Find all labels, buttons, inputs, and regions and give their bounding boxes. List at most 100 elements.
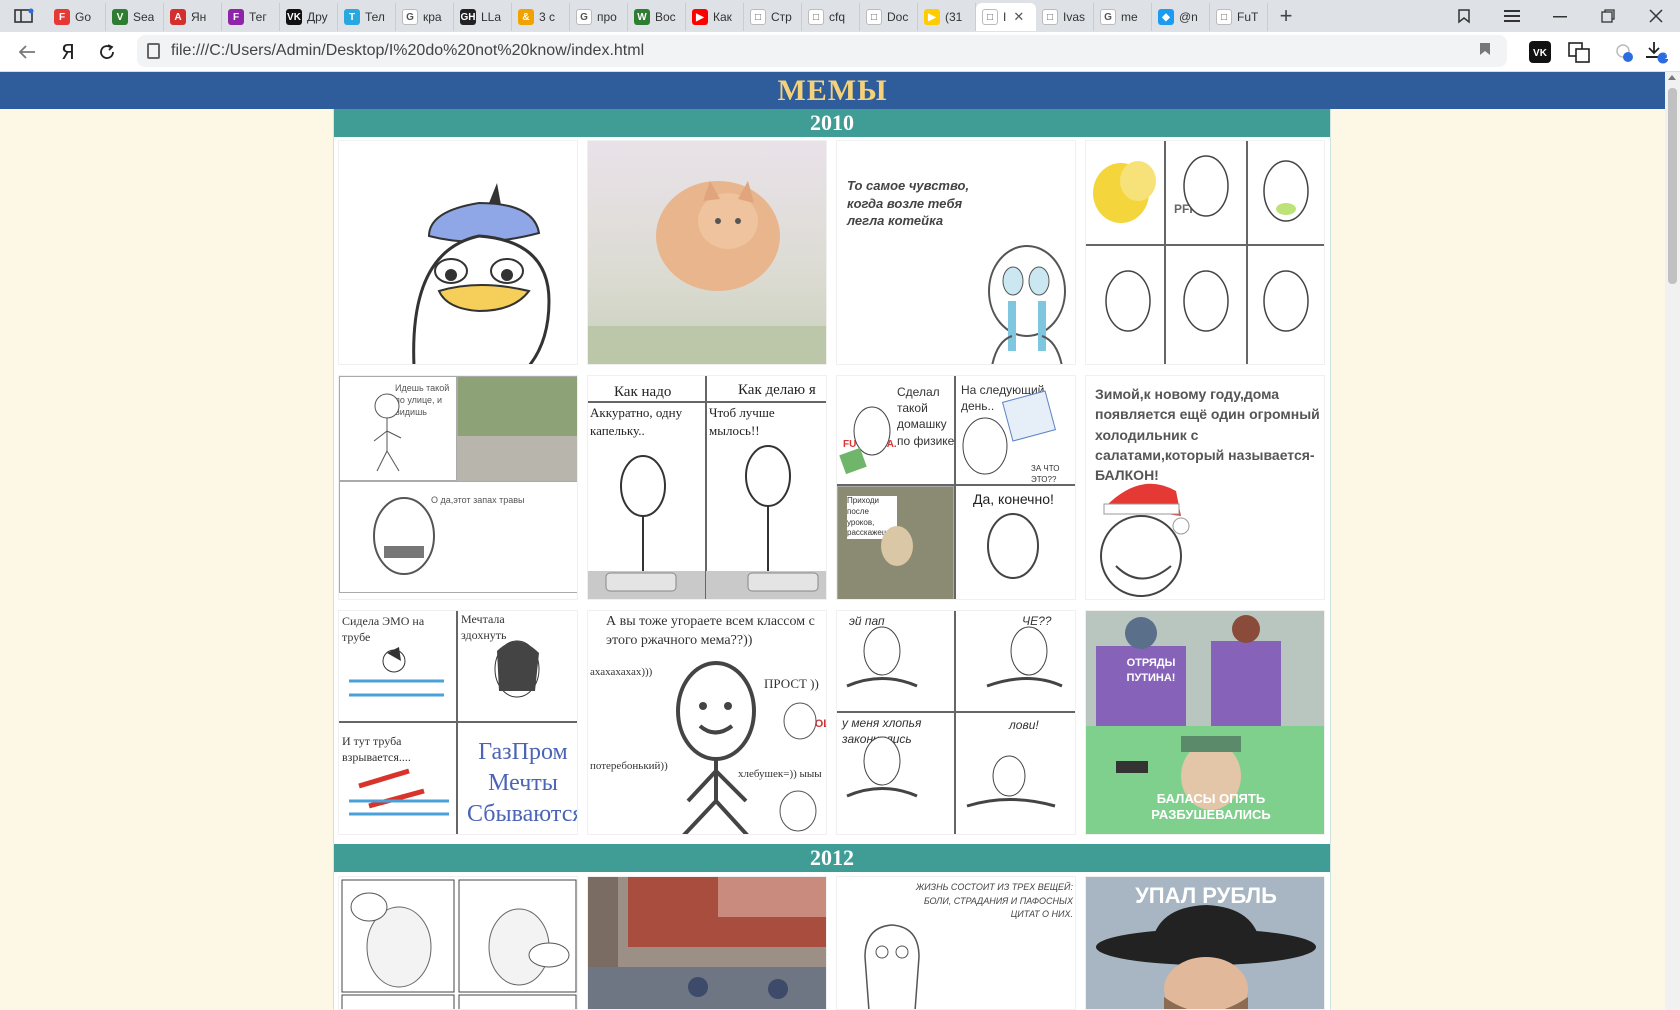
browser-tab[interactable]: □ FuT xyxy=(1210,3,1268,31)
tab-favicon-icon: T xyxy=(344,9,360,25)
browser-tab[interactable]: ▶ Как xyxy=(686,3,744,31)
browser-tab[interactable]: Gпро xyxy=(570,3,628,31)
svg-text:VK: VK xyxy=(1533,48,1548,59)
new-tab-button[interactable]: + xyxy=(1268,3,1304,29)
close-window-button[interactable] xyxy=(1632,0,1680,32)
url-text: file:///C:/Users/Admin/Desktop/I%20do%20… xyxy=(171,42,645,59)
cereal-guy-image xyxy=(846,626,1063,808)
tab-close-icon[interactable]: ✕ xyxy=(1013,9,1024,25)
reload-button[interactable] xyxy=(89,34,125,70)
meme-caption: БАЛАСЫ ОПЯТЬ РАЗБУШЕВАЛИСЬ xyxy=(1151,791,1271,822)
browser-tab[interactable]: V Sea xyxy=(106,3,164,31)
page-header: МЕМЫ xyxy=(0,72,1665,109)
meme-zapah-travy[interactable]: Идешь такой по улице, и видишь О да,этот… xyxy=(338,375,578,600)
meme-street-photo[interactable] xyxy=(587,876,827,1010)
back-button[interactable] xyxy=(9,34,45,70)
tab-favicon-icon: V xyxy=(112,9,128,25)
meme-hlopya[interactable]: эй пап ЧЕ?? у меня хлопья закончились ло… xyxy=(836,610,1076,835)
meme-zhizn[interactable]: ЖИЗНЬ СОСТОИТ ИЗ ТРЕХ ВЕЩЕЙ: БОЛИ, СТРАД… xyxy=(836,876,1076,1010)
yandex-logo-icon[interactable]: Я xyxy=(50,34,86,70)
tab-title: LLa xyxy=(481,10,502,24)
tab-favicon-icon: □ xyxy=(750,9,766,25)
bookmarks-panel-icon[interactable] xyxy=(1440,0,1488,32)
tab-favicon-icon: F xyxy=(54,9,70,25)
meme-dolan-duck[interactable] xyxy=(338,140,578,365)
browser-tab[interactable]: & 3 с xyxy=(512,3,570,31)
browser-tab[interactable]: W Вос xyxy=(628,3,686,31)
tab-title: (31 xyxy=(945,10,963,24)
meme-kak-nado[interactable]: Как надо Как делаю я Аккуратно, одну кап… xyxy=(587,375,827,600)
tab-title: cfq xyxy=(829,10,846,24)
tab-favicon-icon: ▶ xyxy=(692,9,708,25)
arrow-left-icon xyxy=(18,45,35,59)
section-header-2012: 2012 xyxy=(334,844,1330,872)
section-year: 2012 xyxy=(810,845,854,870)
scrollbar-thumb[interactable] xyxy=(1668,88,1677,284)
tab-title: FuT xyxy=(1237,10,1259,24)
tab-title: Go xyxy=(75,10,92,24)
browser-tab[interactable]: F Go xyxy=(48,3,106,31)
tab-title: Стр xyxy=(771,10,792,24)
dolan-duck-image xyxy=(412,183,551,364)
tab-favicon-icon: GH xyxy=(460,9,476,25)
browser-tab[interactable]: □ Стр xyxy=(744,3,802,31)
browser-tab[interactable]: ◆ @n xyxy=(1152,3,1210,31)
tab-favicon-icon: ▶ xyxy=(924,9,940,25)
sidebar-icon xyxy=(14,8,34,23)
meme-otryady-putina[interactable]: ОТРЯДЫ ПУТИНА! БАЛАСЫ ОПЯТЬ РАЗБУШЕВАЛИС… xyxy=(1085,610,1325,835)
browser-tab[interactable]: F Тег xyxy=(222,3,280,31)
flying-cat-photo xyxy=(588,141,826,364)
emo-comic-image xyxy=(349,640,540,816)
page-scrollbar[interactable] xyxy=(1665,72,1680,1010)
browser-tab[interactable]: □ cfq xyxy=(802,3,860,31)
meme-emo-gazprom[interactable]: Сидела ЭМО на трубе Мечтала здохнуть И т… xyxy=(338,610,578,835)
browser-tab[interactable]: Gкра xyxy=(396,3,454,31)
tab-favicon-icon: G xyxy=(576,9,592,25)
translate-extension-icon[interactable] xyxy=(1563,36,1595,68)
meme-ugoraete[interactable]: А вы тоже угораете всем классом с этого … xyxy=(587,610,827,835)
meme-thanos-comic[interactable] xyxy=(338,876,578,1010)
address-bar[interactable]: file:///C:/Users/Admin/Desktop/I%20do%20… xyxy=(137,35,1507,67)
browser-tab[interactable]: □ Ivas xyxy=(1036,3,1094,31)
browser-tab[interactable]: GH LLa xyxy=(454,3,512,31)
meme-lemon-faces[interactable]: PFF xyxy=(1085,140,1325,365)
grass-meme-image xyxy=(373,393,577,575)
meme-flying-cat[interactable] xyxy=(587,140,827,365)
street-crowd-photo xyxy=(588,877,826,1009)
meme-domashka[interactable]: Сделал такой домашку по физике FUCK YEA.… xyxy=(836,375,1076,600)
homework-rage-image xyxy=(839,390,1057,579)
reload-icon xyxy=(100,44,114,59)
tab-favicon-icon: G xyxy=(402,9,418,25)
browser-tab[interactable]: T Тел xyxy=(338,3,396,31)
meme-kotejka[interactable]: То самое чувство, когда возле тебя легла… xyxy=(836,140,1076,365)
meme-upal-rubl[interactable]: УПАЛ РУБЛЬ xyxy=(1085,876,1325,1010)
meme-gallery: 2010 То самое чувство, когда возле тебя … xyxy=(333,109,1331,1010)
sidebar-toggle-button[interactable] xyxy=(0,0,48,32)
browser-tab[interactable]: Gme xyxy=(1094,3,1152,31)
tab-favicon-icon: VK xyxy=(286,9,302,25)
tab-favicon-icon: □ xyxy=(1042,9,1058,25)
minimize-button[interactable] xyxy=(1536,0,1584,32)
meme-balkon[interactable]: Зимой,к новому году,дома появляется ещё … xyxy=(1085,375,1325,600)
tab-title: Doc xyxy=(887,10,909,24)
downloads-button[interactable]: 1 xyxy=(1640,36,1672,68)
tab-title: Ян xyxy=(191,10,207,24)
bookmark-icon[interactable] xyxy=(1479,42,1491,61)
browser-tab[interactable]: □ I ✕ xyxy=(976,3,1036,31)
tab-title: Тел xyxy=(365,10,385,24)
browser-tab[interactable]: □ Doc xyxy=(860,3,918,31)
browser-tab[interactable]: ▶ (31 xyxy=(918,3,976,31)
rage-faces-grid xyxy=(1105,155,1309,332)
tab-title: Sea xyxy=(133,10,155,24)
restore-button[interactable] xyxy=(1584,0,1632,32)
comic-panels-image xyxy=(341,879,577,1009)
browser-tab[interactable]: VK Дру xyxy=(280,3,338,31)
stick-figure-image xyxy=(676,661,817,834)
sync-status-icon[interactable] xyxy=(1608,36,1640,68)
menu-icon[interactable] xyxy=(1488,0,1536,32)
browser-tab[interactable]: A Ян xyxy=(164,3,222,31)
scroll-up-icon[interactable] xyxy=(1668,75,1676,80)
santa-rage-face-image xyxy=(1100,483,1190,597)
vk-extension-icon[interactable]: VK xyxy=(1524,36,1556,68)
dish-washing-image xyxy=(588,445,826,599)
